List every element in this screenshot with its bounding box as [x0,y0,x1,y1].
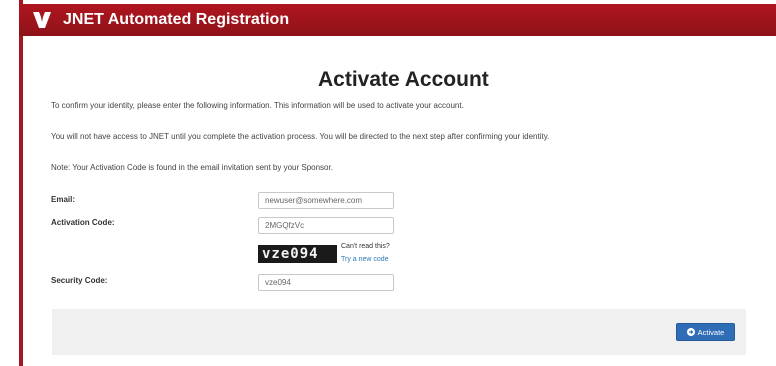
email-field[interactable] [258,192,394,209]
app-title: JNET Automated Registration [63,11,290,28]
activation-code-label: Activation Code: [51,218,115,227]
security-code-field[interactable] [258,274,394,291]
email-label: Email: [51,195,76,204]
activation-code-field[interactable] [258,217,394,234]
jnet-logo-icon [31,9,53,31]
intro-text: To confirm your identity, please enter t… [51,101,464,110]
arrow-circle-right-icon [686,328,695,336]
security-code-label: Security Code: [51,276,108,285]
page-title: Activate Account [318,68,489,91]
new-code-link[interactable]: Try a new code [341,256,389,263]
activate-label: Activate [697,327,725,337]
note-text: Note: Your Activation Code is found in t… [51,163,333,172]
access-text: You will not have access to JNET until y… [51,132,550,141]
left-border [19,0,23,366]
captcha-image: vze094 [258,245,337,263]
cant-read-text: Can't read this? [341,243,390,250]
activate-button[interactable]: Activate [676,323,735,341]
form-footer: Activate [52,309,746,355]
app-header: JNET Automated Registration [19,4,776,36]
